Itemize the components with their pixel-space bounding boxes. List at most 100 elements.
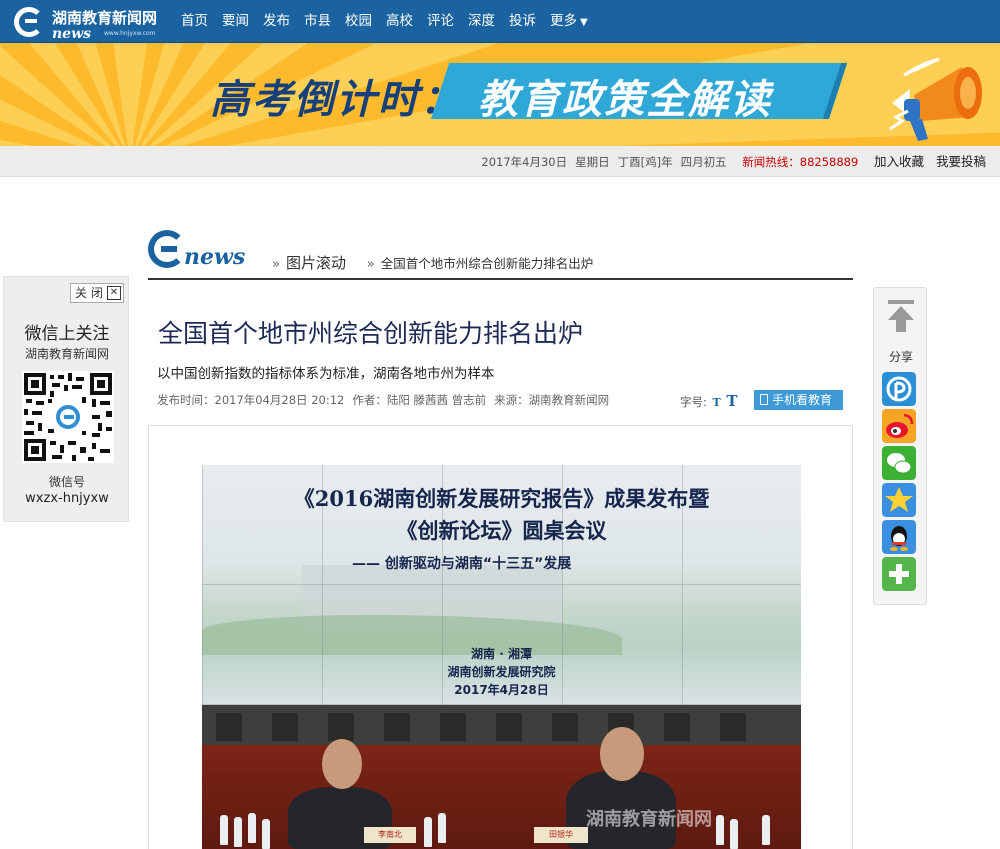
breadcrumb-separator-icon: » (366, 257, 375, 272)
megaphone-icon (889, 57, 982, 141)
hotline-label: 新闻热线： (742, 155, 800, 169)
photo-wall-panel (328, 713, 354, 741)
nav-item-depth[interactable]: 深度 (461, 0, 502, 43)
logo-mark-icon (148, 230, 186, 268)
photo-name-card: 李南北 (364, 827, 416, 843)
mobile-view-button[interactable]: 手机看教育 (754, 390, 843, 410)
photo-wall-panel (272, 713, 298, 741)
nav-item-counties[interactable]: 市县 (297, 0, 338, 43)
current-date: 2017年4月30日 (481, 155, 568, 169)
photo-bottle (438, 813, 446, 843)
photo-bottle (220, 815, 228, 845)
qzone-star-icon[interactable] (882, 483, 916, 517)
site-url: www.hnjyxw.com (104, 30, 156, 37)
submit-link[interactable]: 我要投稿 (936, 154, 986, 169)
site-logo[interactable]: 湖南教育新闻网 news www.hnjyxw.com (12, 4, 162, 42)
font-size-label: 字号: (680, 395, 707, 409)
photo-wall-panel (440, 713, 466, 741)
photo-head-left (322, 739, 362, 789)
weekday: 星期日 (575, 155, 610, 169)
section-logo: news (148, 230, 260, 270)
qr-code-icon (22, 371, 114, 463)
section-logo-word: news (184, 244, 246, 270)
photo-screen-line-4: 湖南 · 湘潭 (471, 647, 532, 661)
photo-bottle (730, 819, 738, 849)
top-nav-bar: 湖南教育新闻网 news www.hnjyxw.com 首页 要闻 发布 市县 … (0, 0, 1000, 43)
wechat-icon[interactable] (882, 446, 916, 480)
wechat-follow-title: 微信上关注 (24, 324, 110, 344)
qq-icon[interactable] (882, 520, 916, 554)
close-button[interactable]: 关 闭 ✕ (70, 283, 124, 303)
photo-wall-panel (216, 713, 242, 741)
wechat-site-name: 湖南教育新闻网 (24, 347, 109, 361)
weibo-icon[interactable] (882, 409, 916, 443)
close-label: 关 闭 (75, 286, 103, 300)
photo-wall-panel (720, 713, 746, 741)
photo-bottle (234, 817, 242, 847)
photo-wall (202, 705, 801, 745)
nav-more-label: 更多 (550, 13, 577, 29)
site-name: 湖南教育新闻网 (52, 9, 158, 27)
article-subtitle: 以中国创新指数的指标体系为标准，湖南各地市州为样本 (157, 366, 495, 382)
lunar-year: 丁酉[鸡]年 (617, 155, 673, 169)
article-source: 来源：湖南教育新闻网 (494, 393, 610, 407)
nav-item-home[interactable]: 首页 (174, 0, 215, 43)
photo-wall-panel (496, 713, 522, 741)
main-nav: 首页 要闻 发布 市县 校园 高校 评论 深度 投诉 更多 ▼ (174, 0, 595, 43)
more-icon[interactable] (882, 557, 916, 591)
nav-item-universities[interactable]: 高校 (379, 0, 420, 43)
photo-screen: 《2016湖南创新发展研究报告》成果发布暨 《创新论坛》圆桌会议 —— 创新驱动… (202, 465, 801, 705)
phone-icon (760, 394, 768, 405)
nav-item-more[interactable]: 更多 ▼ (543, 0, 595, 43)
chevron-down-icon: ▼ (580, 17, 588, 28)
nav-item-headlines[interactable]: 要闻 (215, 0, 256, 43)
breadcrumb-separator-icon: » (272, 257, 280, 272)
publish-time: 发布时间：2017年04月28日 20:12 (157, 393, 345, 407)
wechat-id-label: 微信号 (48, 475, 85, 489)
font-size-control: 字号: T T (680, 392, 738, 410)
photo-wall-panel (552, 713, 578, 741)
article-photo[interactable]: 《2016湖南创新发展研究报告》成果发布暨 《创新论坛》圆桌会议 —— 创新驱动… (202, 465, 801, 849)
mobile-view-label: 手机看教育 (772, 393, 833, 407)
nav-item-releases[interactable]: 发布 (256, 0, 297, 43)
hotline-number: 88258889 (799, 155, 859, 169)
photo-bottle (424, 817, 432, 847)
photo-screen-line-6: 2017年4月28日 (454, 683, 549, 697)
font-size-small-button[interactable]: T (713, 396, 721, 409)
info-bar: 2017年4月30日 星期日 丁酉[鸡]年 四月初五 新闻热线：88258889 加入… (0, 146, 1000, 177)
photo-wall-panel (384, 713, 410, 741)
photo-name-card: 田银华 (534, 827, 588, 843)
photo-wall-panel (664, 713, 690, 741)
breadcrumb-current: 全国首个地市州综合创新能力排名出炉 (380, 256, 594, 271)
share-sidebar: 分享 (873, 287, 927, 605)
lunar-day: 四月初五 (680, 155, 727, 169)
nav-item-campus[interactable]: 校园 (338, 0, 379, 43)
photo-screen-line-1: 《2016湖南创新发展研究报告》成果发布暨 (293, 486, 710, 511)
breadcrumb-section[interactable]: 图片滚动 (286, 254, 346, 272)
bookmark-link[interactable]: 加入收藏 (874, 154, 924, 169)
logo-word: news (52, 26, 92, 42)
back-to-top-icon[interactable] (882, 294, 920, 338)
banner-left-text: 高考倒计时： (210, 77, 462, 123)
photo-screen-line-2: 《创新论坛》圆桌会议 (396, 518, 607, 543)
wechat-id-value: wxzx-hnjyxw (25, 491, 109, 506)
article-author: 作者：陆阳 滕茜茜 曾志前 (352, 393, 487, 407)
photo-head-right (600, 727, 644, 781)
article-title: 全国首个地市州综合创新能力排名出炉 (158, 319, 584, 348)
photo-bottle (716, 815, 724, 845)
photo-watermark: 湖南教育新闻网 (586, 809, 712, 830)
logo-mark-icon (14, 7, 44, 37)
nav-item-complaints[interactable]: 投诉 (502, 0, 543, 43)
qzone-icon[interactable] (882, 372, 916, 406)
wechat-follow-box: 关 闭 ✕ 微信上关注 湖南教育新闻网 微信号 wxzx-hnjyxw (3, 276, 129, 522)
nav-item-commentary[interactable]: 评论 (420, 0, 461, 43)
photo-screen-line-5: 湖南创新发展研究院 (447, 665, 556, 679)
photo-bottle (248, 813, 256, 843)
photo-bottle (262, 819, 270, 849)
share-label: 分享 (888, 350, 913, 364)
close-icon: ✕ (107, 286, 121, 300)
banner-right-text: 教育政策全解读 (478, 77, 772, 123)
font-size-large-button[interactable]: T (726, 392, 737, 410)
photo-screen-line-3: —— 创新驱动与湖南“十三五”发展 (352, 556, 572, 572)
ad-banner[interactable]: 高考倒计时： 教育政策全解读 (0, 43, 1000, 146)
